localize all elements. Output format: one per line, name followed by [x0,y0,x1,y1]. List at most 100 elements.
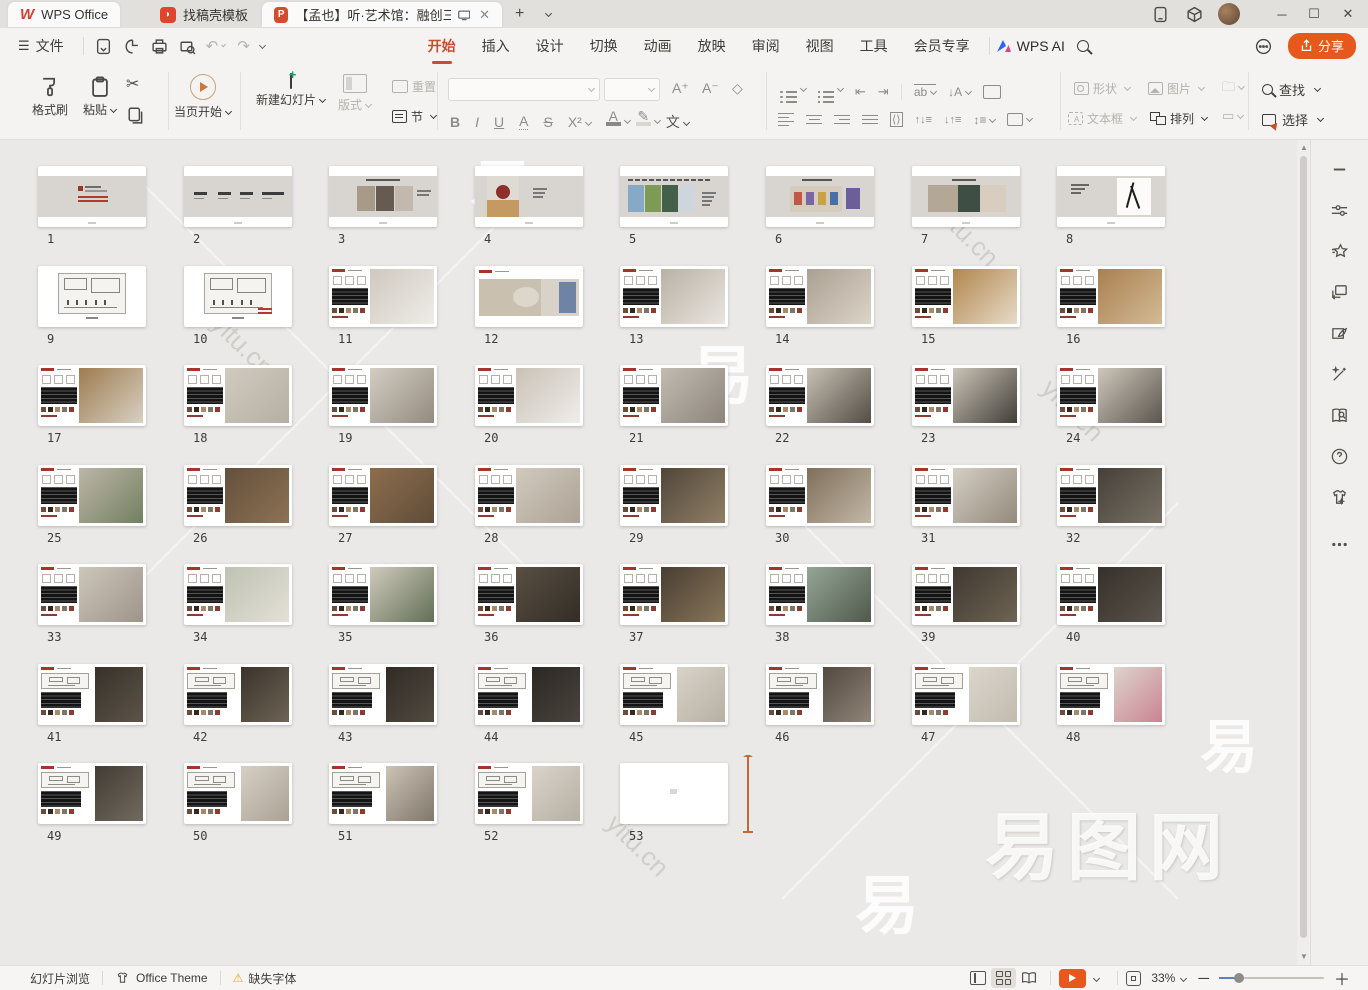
slide-thumbnail[interactable] [620,664,728,725]
tab-animation[interactable]: 动画 [644,36,672,56]
slide-thumbnail[interactable] [1057,266,1165,327]
skin-theme-icon[interactable] [1330,488,1349,507]
export-pdf-icon[interactable] [122,36,142,56]
slide-thumbnail[interactable] [766,564,874,625]
zoom-in-button[interactable]: ＋ [1334,966,1350,990]
slide-thumbnail[interactable] [38,664,146,725]
slide-thumbnail[interactable] [620,564,728,625]
slide-thumbnail[interactable] [1057,166,1165,227]
magic-wand-icon[interactable] [1330,365,1349,384]
tab-tools[interactable]: 工具 [860,36,888,56]
fit-screen-icon[interactable] [1126,971,1141,986]
slide-thumbnail[interactable] [329,564,437,625]
slide-thumbnail[interactable] [766,664,874,725]
slide-thumbnail[interactable] [184,365,292,426]
tab-list-chevron-icon[interactable] [545,10,552,17]
copy-icon[interactable] [127,106,145,129]
help-icon[interactable] [1330,447,1349,466]
slide-thumbnail[interactable] [329,166,437,227]
user-avatar[interactable] [1218,3,1240,25]
zoom-slider-knob[interactable] [1234,973,1244,983]
slide-thumbnail[interactable] [1057,564,1165,625]
document-tab[interactable]: P 【孟也】听·艺术馆：融创三亚 ✕ [262,2,502,27]
select-button[interactable]: 选择 [1262,110,1323,129]
reading-view-button[interactable] [1016,968,1042,988]
tab-view[interactable]: 视图 [806,36,834,56]
slideshow-play-button[interactable] [1059,969,1086,988]
vertical-scrollbar[interactable]: ▲ ▼ [1297,140,1310,965]
slide-thumbnail[interactable] [912,166,1020,227]
find-button[interactable]: 查找 [1262,80,1320,99]
slide-thumbnail[interactable] [475,564,583,625]
slide-thumbnail[interactable] [475,465,583,526]
slide-thumbnail[interactable] [766,465,874,526]
scroll-up-icon[interactable]: ▲ [1300,144,1308,152]
slide-thumbnail[interactable] [1057,365,1165,426]
theme-label[interactable]: Office Theme [136,971,208,985]
font-size-select[interactable] [604,78,660,101]
slide-thumbnail[interactable] [475,664,583,725]
slide-thumbnail[interactable] [38,564,146,625]
slide-thumbnail[interactable] [38,166,146,227]
slide-thumbnail[interactable] [329,266,437,327]
zoom-slider[interactable] [1219,977,1324,979]
tab-slideshow[interactable]: 放映 [698,36,726,56]
save-icon[interactable] [94,36,114,56]
normal-view-button[interactable] [965,968,991,988]
quickbar-chevron-icon[interactable] [259,41,266,48]
slide-thumbnail[interactable] [912,465,1020,526]
slide-thumbnail[interactable] [329,465,437,526]
slide-thumbnail[interactable] [620,365,728,426]
slide-thumbnail[interactable] [475,266,583,327]
slide-thumbnail[interactable] [184,564,292,625]
docer-tab[interactable]: ◗ 找稿壳模板 [148,2,260,27]
section-button[interactable]: 节 [392,108,436,125]
slide-thumbnail[interactable] [912,365,1020,426]
slide-thumbnail[interactable] [38,266,146,327]
scrollbar-thumb[interactable] [1300,156,1307,938]
slide-thumbnail[interactable] [912,664,1020,725]
wps-ai-button[interactable]: WPS AI [996,38,1065,54]
find-in-doc-icon[interactable] [1330,406,1349,425]
search-icon[interactable] [1073,36,1093,56]
slide-thumbnail[interactable] [475,763,583,824]
slide-sorter-view-button[interactable] [991,968,1016,988]
slide-thumbnail[interactable] [766,365,874,426]
slide-thumbnail[interactable] [1057,465,1165,526]
play-from-current-button[interactable]: 当页开始 [174,74,231,120]
slide-thumbnail[interactable] [184,763,292,824]
effects-star-icon[interactable] [1330,242,1349,261]
paste-button[interactable]: 粘贴 [83,76,116,118]
slide-thumbnail[interactable] [1057,664,1165,725]
slide-thumbnail[interactable] [184,166,292,227]
slide-thumbnail[interactable] [620,763,728,824]
tab-insert[interactable]: 插入 [482,36,510,56]
slide-thumbnail[interactable] [620,166,728,227]
properties-sliders-icon[interactable] [1330,201,1349,220]
slide-sorter-canvas[interactable]: 易 易 易 易 易图网 yitu.cn yitu.cn yitu.cn yitu… [0,140,1297,965]
zoom-out-button[interactable]: ─ [1198,970,1209,987]
slide-thumbnail[interactable] [329,365,437,426]
slide-thumbnail[interactable] [620,465,728,526]
font-name-select[interactable] [448,78,600,101]
slide-thumbnail[interactable] [912,564,1020,625]
print-icon[interactable] [150,36,170,56]
arrange-button[interactable]: 排列 [1150,110,1207,127]
resource-pen-icon[interactable] [1330,324,1349,343]
switch-shapes-icon[interactable] [1330,283,1349,302]
tab-design[interactable]: 设计 [536,36,564,56]
slide-thumbnail[interactable] [766,266,874,327]
tab-member[interactable]: 会员专享 [914,36,970,56]
new-slide-button[interactable]: + 新建幻灯片 [256,74,325,108]
slide-thumbnail[interactable] [766,166,874,227]
slide-thumbnail[interactable] [184,664,292,725]
slide-thumbnail[interactable] [329,664,437,725]
slide-thumbnail[interactable] [912,266,1020,327]
slide-thumbnail[interactable] [184,266,292,327]
more-tools-icon[interactable] [1330,535,1349,554]
tab-transition[interactable]: 切换 [590,36,618,56]
play-options-chevron-icon[interactable] [1093,974,1100,981]
tab-close-icon[interactable]: ✕ [479,7,490,23]
share-button[interactable]: 分享 [1288,33,1356,59]
cube-3d-icon[interactable] [1186,6,1203,23]
